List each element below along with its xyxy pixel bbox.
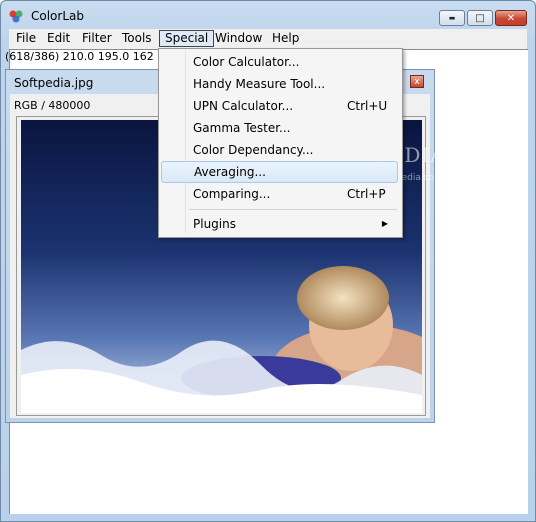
menu-help[interactable]: Help xyxy=(267,30,304,47)
menu-item-color-calculator[interactable]: Color Calculator... xyxy=(161,51,398,73)
menu-item-color-dependancy[interactable]: Color Dependancy... xyxy=(161,139,398,161)
colorlab-app-icon xyxy=(9,10,23,23)
minimize-icon: ▬ xyxy=(448,14,456,22)
menu-item-averaging[interactable]: Averaging... xyxy=(161,161,398,183)
menu-tools[interactable]: Tools xyxy=(117,30,157,47)
main-window: ColorLab ▬ □ ✕ File Edit Filter Tools Sp… xyxy=(0,0,536,522)
menu-file[interactable]: File xyxy=(11,30,41,47)
menu-special[interactable]: Special xyxy=(159,30,215,47)
image-window-close-button[interactable]: x xyxy=(410,75,424,88)
image-info: RGB / 480000 xyxy=(14,99,91,112)
menu-separator xyxy=(189,209,397,210)
menu-window[interactable]: Window xyxy=(210,30,267,47)
menu-item-gamma-tester[interactable]: Gamma Tester... xyxy=(161,117,398,139)
close-icon: ✕ xyxy=(506,12,516,24)
maximize-button[interactable]: □ xyxy=(467,10,493,26)
shortcut-label: Ctrl+P xyxy=(347,187,386,201)
special-menu-dropdown: Color Calculator... Handy Measure Tool..… xyxy=(158,48,403,238)
title-bar[interactable]: ColorLab ▬ □ ✕ xyxy=(1,1,535,29)
minimize-button[interactable]: ▬ xyxy=(439,10,465,26)
menu-bar: File Edit Filter Tools Special Window He… xyxy=(9,29,527,49)
maximize-icon: □ xyxy=(475,12,485,24)
menu-item-handy-measure-tool[interactable]: Handy Measure Tool... xyxy=(161,73,398,95)
window-title: ColorLab xyxy=(31,9,84,23)
submenu-arrow-icon: ▶ xyxy=(381,219,388,228)
menu-item-upn-calculator[interactable]: UPN Calculator... Ctrl+U xyxy=(161,95,398,117)
menu-edit[interactable]: Edit xyxy=(42,30,75,47)
menu-item-plugins[interactable]: Plugins ▶ xyxy=(161,213,398,235)
close-button[interactable]: ✕ xyxy=(495,10,527,26)
close-icon: x xyxy=(414,77,420,87)
image-window-title[interactable]: Softpedia.jpg xyxy=(14,76,93,90)
shortcut-label: Ctrl+U xyxy=(347,99,388,113)
pixel-readout: (618/386) 210.0 195.0 162.0 c xyxy=(5,50,155,63)
menu-item-comparing[interactable]: Comparing... Ctrl+P xyxy=(161,183,398,205)
menu-filter[interactable]: Filter xyxy=(77,30,117,47)
